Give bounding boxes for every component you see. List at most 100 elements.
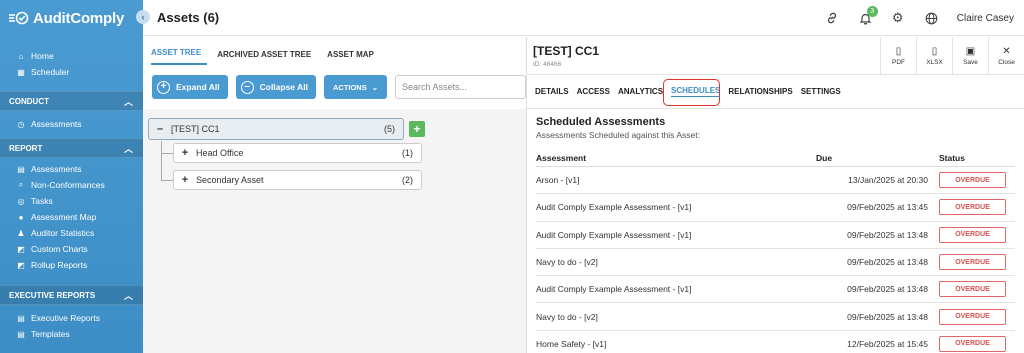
collapse-all-button[interactable]: – Collapse All	[235, 75, 316, 99]
actions-dropdown[interactable]: ACTIONS ⌄	[323, 75, 387, 99]
due-cell: 09/Feb/2025 at 13:48	[847, 311, 928, 322]
save-button[interactable]: ▣ Save	[952, 37, 988, 75]
section-executive-reports[interactable]: EXECUTIVE REPORTS ︿	[0, 285, 143, 305]
section-title: CONDUCT	[9, 96, 49, 106]
app-logo[interactable]: AuditComply	[0, 0, 143, 36]
sidebar-item-report-assessments[interactable]: ▤ Assessments	[0, 161, 143, 177]
sidebar: AuditComply ⌂ Home ▦ Scheduler CONDUCT ︿…	[0, 0, 143, 353]
due-cell: 13/Jan/2025 at 20:30	[848, 175, 928, 186]
status-badge: OVERDUE	[939, 335, 1006, 352]
chevron-down-icon: ⌄	[371, 82, 378, 92]
expand-all-button[interactable]: + Expand All	[152, 75, 228, 99]
tree-node-count: (1)	[402, 148, 413, 158]
tree-node-root[interactable]: – [TEST] CC1 (5)	[148, 118, 404, 140]
sidebar-item-custom-charts[interactable]: ◩ Custom Charts	[0, 241, 143, 257]
status-badge: OVERDUE	[939, 172, 1006, 189]
table-row[interactable]: Audit Comply Example Assessment - [v1] 0…	[536, 194, 1015, 222]
section-title: Scheduled Assessments	[536, 116, 666, 128]
bell-icon[interactable]: 3	[851, 3, 881, 33]
plus-circle-icon: +	[157, 80, 170, 94]
asset-name: [TEST] CC1	[533, 44, 599, 58]
app-name: AuditComply	[33, 9, 125, 27]
section-conduct[interactable]: CONDUCT ︿	[0, 91, 143, 111]
user-menu[interactable]: Claire Casey	[957, 13, 1014, 24]
section-title: EXECUTIVE REPORTS	[9, 290, 96, 300]
pdf-label: PDF	[892, 59, 905, 66]
add-child-button[interactable]: +	[409, 121, 425, 137]
sidebar-item-scheduler[interactable]: ▦ Scheduler	[0, 64, 143, 80]
pdf-icon: ▯	[895, 46, 902, 57]
sidebar-item-rollup-reports[interactable]: ◩ Rollup Reports	[0, 257, 143, 273]
assessment-cell: Audit Comply Example Assessment - [v1]	[536, 229, 692, 240]
target-icon: ◎	[17, 196, 25, 206]
assessment-cell: Navy to do - [v2]	[536, 311, 598, 322]
column-header-assessment: Assessment	[536, 152, 587, 163]
gear-icon[interactable]: ⚙	[883, 3, 913, 33]
expand-node-icon[interactable]: +	[174, 147, 196, 159]
sidebar-item-tasks[interactable]: ◎ Tasks	[0, 193, 143, 209]
pdf-button[interactable]: ▯ PDF	[880, 37, 916, 75]
section-subtitle: Assessments Scheduled against this Asset…	[536, 130, 700, 140]
schedules-tab-highlight	[663, 79, 720, 106]
table-row[interactable]: Home Safety - [v1] 12/Feb/2025 at 15:45 …	[536, 331, 1015, 353]
search-assets-input[interactable]: Search Assets...	[395, 75, 526, 99]
link-icon[interactable]	[817, 3, 847, 33]
sidebar-item-label: Assessment Map	[31, 212, 97, 222]
top-icons: 3 ⚙ Claire Casey	[817, 0, 1024, 36]
list-icon: ▤	[17, 313, 25, 323]
sidebar-item-label: Assessments	[31, 119, 82, 129]
sidebar-item-label: Executive Reports	[31, 313, 100, 323]
column-header-due: Due	[816, 152, 833, 163]
tab-settings[interactable]: SETTINGS	[801, 87, 841, 96]
sidebar-item-home[interactable]: ⌂ Home	[0, 48, 143, 64]
status-badge: OVERDUE	[939, 226, 1006, 243]
due-cell: 12/Feb/2025 at 15:45	[847, 338, 928, 349]
table-row[interactable]: Audit Comply Example Assessment - [v1] 0…	[536, 276, 1015, 304]
sidebar-item-conduct-assessments[interactable]: ◷ Assessments	[0, 116, 143, 132]
tree-node-label: Head Office	[196, 148, 244, 158]
tree-node-child[interactable]: + Head Office (1)	[173, 143, 422, 163]
sidebar-item-auditor-statistics[interactable]: ♟ Auditor Statistics	[0, 225, 143, 241]
sidebar-item-label: Rollup Reports	[31, 260, 88, 270]
section-report[interactable]: REPORT ︿	[0, 138, 143, 158]
tab-details[interactable]: DETAILS	[535, 87, 569, 96]
due-cell: 09/Feb/2025 at 13:45	[847, 202, 928, 213]
xlsx-icon: ▯	[931, 46, 938, 57]
chart-icon: ◩	[17, 260, 25, 270]
tab-analytics[interactable]: ANALYTICS	[618, 87, 663, 96]
logo-check-icon	[9, 11, 29, 25]
expand-node-icon[interactable]: +	[174, 174, 196, 186]
detail-tabs: DETAILS ACCESS ANALYTICS SCHEDULES RELAT…	[527, 75, 1024, 109]
table-row[interactable]: Arson - [v1] 13/Jan/2025 at 20:30 OVERDU…	[536, 167, 1015, 195]
tree-node-label: Secondary Asset	[196, 175, 264, 185]
tree-node-child[interactable]: + Secondary Asset (2)	[173, 170, 422, 190]
status-badge: OVERDUE	[939, 199, 1006, 216]
sidebar-item-templates[interactable]: ▤ Templates	[0, 326, 143, 342]
tab-asset-tree[interactable]: ASSET TREE	[151, 48, 208, 65]
close-button[interactable]: ✕ Close	[988, 37, 1024, 75]
tree-node-label: [TEST] CC1	[171, 124, 220, 134]
xlsx-button[interactable]: ▯ XLSX	[916, 37, 952, 75]
status-badge: OVERDUE	[939, 308, 1006, 325]
assessment-cell: Home Safety - [v1]	[536, 338, 607, 349]
table-row[interactable]: Navy to do - [v2] 09/Feb/2025 at 13:48 O…	[536, 249, 1015, 277]
tab-access[interactable]: ACCESS	[577, 87, 610, 96]
collapse-node-icon[interactable]: –	[149, 123, 171, 135]
expand-all-label: Expand All	[176, 82, 220, 92]
asset-header: [TEST] CC1 ID: 46466 ▯ PDF ▯ XLSX ▣ Save…	[527, 37, 1024, 75]
tab-relationships[interactable]: RELATIONSHIPS	[728, 87, 792, 96]
sidebar-item-label: Tasks	[31, 196, 53, 206]
table-row[interactable]: Navy to do - [v2] 09/Feb/2025 at 13:48 O…	[536, 303, 1015, 331]
sidebar-item-non-conformances[interactable]: ⌕ Non-Conformances	[0, 177, 143, 193]
sidebar-item-executive-reports[interactable]: ▤ Executive Reports	[0, 310, 143, 326]
chevron-up-icon: ︿	[123, 290, 133, 301]
tab-asset-map[interactable]: ASSET MAP	[327, 50, 380, 65]
sidebar-collapse-button[interactable]: ‹	[136, 10, 150, 24]
sidebar-item-assessment-map[interactable]: ● Assessment Map	[0, 209, 143, 225]
chevron-left-icon: ‹	[141, 12, 145, 22]
page-title: Assets (6)	[157, 10, 220, 25]
sidebar-item-label: Assessments	[31, 164, 82, 174]
table-row[interactable]: Audit Comply Example Assessment - [v1] 0…	[536, 222, 1015, 249]
tab-archived-asset-tree[interactable]: ARCHIVED ASSET TREE	[217, 50, 317, 65]
globe-icon[interactable]	[917, 3, 947, 33]
